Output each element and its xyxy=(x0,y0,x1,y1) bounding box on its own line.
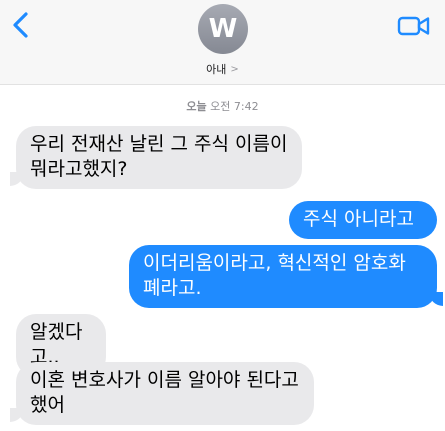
video-camera-icon[interactable] xyxy=(397,14,431,38)
timestamp-time: 오전 7:42 xyxy=(210,100,259,113)
message-timestamp: 오늘 오전 7:42 xyxy=(0,98,445,114)
conversation-header: W 아내 > xyxy=(0,0,445,85)
incoming-message-bubble[interactable]: 우리 전재산 날린 그 주식 이름이 뭐라고했지? xyxy=(16,126,302,189)
chevron-left-icon[interactable] xyxy=(8,10,34,40)
incoming-message-bubble[interactable]: 이혼 변호사가 이름 알아야 된다고 했어 xyxy=(16,362,314,425)
timestamp-day: 오늘 xyxy=(186,100,207,113)
avatar[interactable]: W xyxy=(198,4,248,54)
contact-name-button[interactable]: 아내 > xyxy=(0,60,445,78)
contact-name: 아내 xyxy=(206,63,227,76)
chevron-right-icon: > xyxy=(230,63,239,75)
outgoing-message-bubble[interactable]: 주식 아니라고 xyxy=(289,201,437,239)
outgoing-message-bubble[interactable]: 이더리움이라고, 혁신적인 암호화 폐라고. xyxy=(129,245,437,308)
